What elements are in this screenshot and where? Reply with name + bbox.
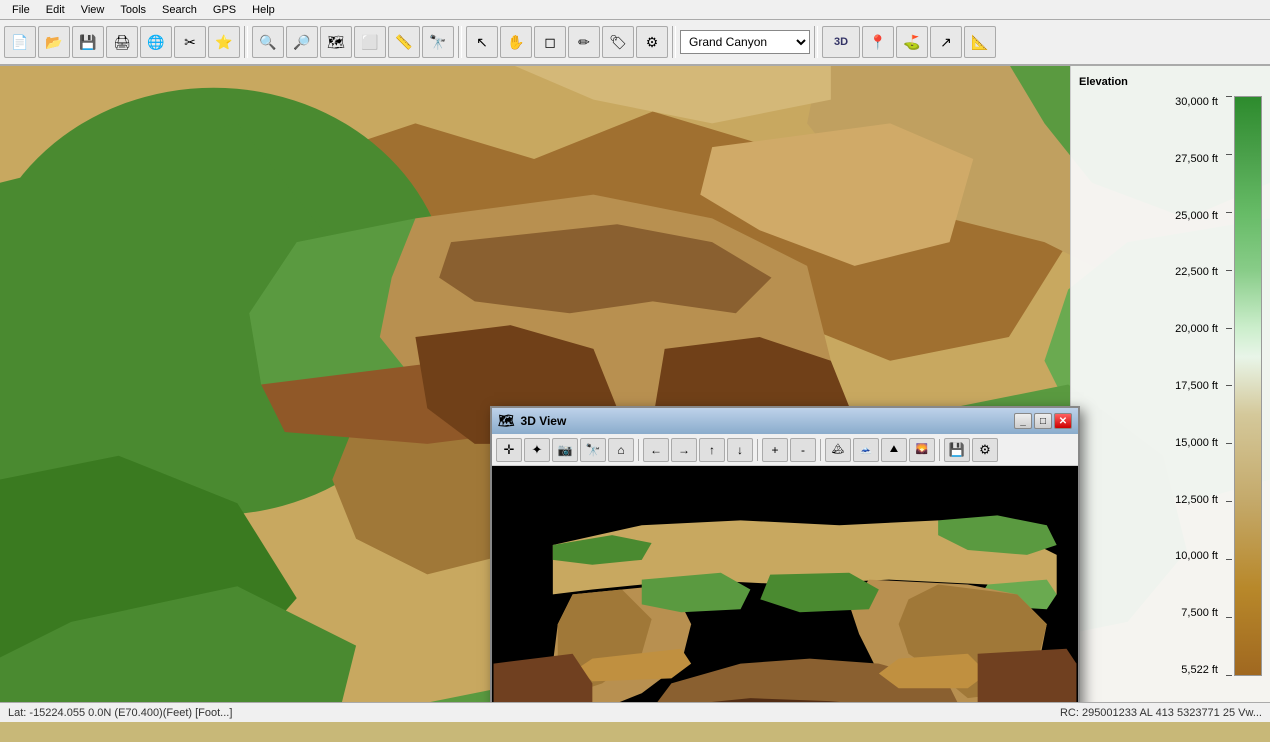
3d-view-button[interactable]: 3D	[822, 26, 860, 58]
main-toolbar: 📄 📂 💾 🖨 🌐 ✂ ⭐ 🔍 🔎 🗺 ⬜ 📏 🔭 ↖ ✋ ◻ ✏ 🏷 ⚙ Gr…	[0, 20, 1270, 66]
minimize-button[interactable]: _	[1014, 413, 1032, 429]
maximize-button[interactable]: □	[1034, 413, 1052, 429]
legend-label-11: 5,522 ft	[1079, 664, 1218, 676]
menu-tools[interactable]: Tools	[112, 2, 154, 18]
3d-view-icon: 🗺	[498, 413, 515, 429]
tick-6	[1226, 385, 1232, 386]
tick-7	[1226, 443, 1232, 444]
3d-view-title: 🗺 3D View	[498, 413, 566, 429]
pointer-button[interactable]: ↖	[466, 26, 498, 58]
status-bar: Lat: -15224.055 0.0N (E70.400)(Feet) [Fo…	[0, 702, 1270, 722]
3d-settings-button[interactable]: ⚙	[972, 438, 998, 462]
tick-9	[1226, 559, 1232, 560]
legend-label-10: 7,500 ft	[1079, 607, 1218, 619]
location-dropdown[interactable]: Grand Canyon Yosemite Yellowstone Rocky …	[680, 30, 810, 54]
open-button[interactable]: 📂	[38, 26, 70, 58]
legend-label-1: 30,000 ft	[1079, 96, 1218, 108]
3d-export-button[interactable]: 💾	[944, 438, 970, 462]
draw-button[interactable]: ✏	[568, 26, 600, 58]
coordinates-display: Lat: -15224.055 0.0N (E70.400)(Feet) [Fo…	[8, 707, 232, 719]
3d-view-titlebar[interactable]: 🗺 3D View _ □ ✕	[492, 408, 1078, 434]
legend-label-7: 15,000 ft	[1079, 437, 1218, 449]
menu-gps[interactable]: GPS	[205, 2, 244, 18]
coordinate-right: RC: 295001233 AL 413 5323771 25 Vw...	[1060, 707, 1262, 719]
3d-separator-3	[820, 439, 821, 461]
3d-pan-button[interactable]: ✛	[496, 438, 522, 462]
separator-4	[814, 26, 818, 58]
3d-separator-1	[638, 439, 639, 461]
3d-zoom-out-button[interactable]: -	[790, 438, 816, 462]
tick-1	[1226, 96, 1232, 97]
gps-track-button[interactable]: 📍	[862, 26, 894, 58]
3d-rotate-button[interactable]: ✦	[524, 438, 550, 462]
legend-label-4: 22,500 ft	[1079, 266, 1218, 278]
legend-title: Elevation	[1079, 76, 1262, 88]
measure-button[interactable]: 📏	[388, 26, 420, 58]
legend-label-2: 27,500 ft	[1079, 153, 1218, 165]
waypoint-button[interactable]: ⛳	[896, 26, 928, 58]
close-button[interactable]: ✕	[1054, 413, 1072, 429]
3d-binoculars-button[interactable]: 🔭	[580, 438, 606, 462]
menu-bar: File Edit View Tools Search GPS Help	[0, 0, 1270, 20]
legend-label-5: 20,000 ft	[1079, 323, 1218, 335]
zoom-out-button[interactable]: 🔎	[286, 26, 318, 58]
3d-arrow-up-button[interactable]: ↑	[699, 438, 725, 462]
binoculars-button[interactable]: 🔭	[422, 26, 454, 58]
legend-label-8: 12,500 ft	[1079, 494, 1218, 506]
menu-file[interactable]: File	[4, 2, 38, 18]
tick-2	[1226, 154, 1232, 155]
3d-texture2-button[interactable]: 🗻	[853, 438, 879, 462]
separator-3	[672, 26, 676, 58]
tick-5	[1226, 328, 1232, 329]
legend-label-6: 17,500 ft	[1079, 380, 1218, 392]
3d-screenshot-button[interactable]: 📷	[552, 438, 578, 462]
3d-separator-4	[939, 439, 940, 461]
3d-zoom-in-button[interactable]: +	[762, 438, 788, 462]
3d-view-toolbar: ✛ ✦ 📷 🔭 ⌂ ← → ↑ ↓ + - 🏔 🗻 ⛰ 🌄 💾 ⚙	[492, 434, 1078, 466]
3d-arrow-left-button[interactable]: ←	[643, 438, 669, 462]
elevation-legend: Elevation 30,000 ft 27,500 ft 25,000 ft …	[1070, 66, 1270, 722]
print-button[interactable]: 🖨	[106, 26, 138, 58]
menu-search[interactable]: Search	[154, 2, 205, 18]
3d-texture1-button[interactable]: 🏔	[825, 438, 851, 462]
zoom-in-button[interactable]: 🔍	[252, 26, 284, 58]
star-button[interactable]: ⭐	[208, 26, 240, 58]
3d-view-canvas[interactable]	[492, 466, 1078, 722]
separator-1	[244, 26, 248, 58]
3d-arrow-right-button[interactable]: →	[671, 438, 697, 462]
globe-button[interactable]: 🌐	[140, 26, 172, 58]
3d-home-button[interactable]: ⌂	[608, 438, 634, 462]
menu-view[interactable]: View	[73, 2, 113, 18]
tick-8	[1226, 501, 1232, 502]
menu-help[interactable]: Help	[244, 2, 283, 18]
new-button[interactable]: 📄	[4, 26, 36, 58]
tick-3	[1226, 212, 1232, 213]
pan-button[interactable]: ✋	[500, 26, 532, 58]
edit-vertices-button[interactable]: ⚙	[636, 26, 668, 58]
scissors-button[interactable]: ✂	[174, 26, 206, 58]
route-button[interactable]: ↗	[930, 26, 962, 58]
3d-texture4-button[interactable]: 🌄	[909, 438, 935, 462]
main-area: Elevation 30,000 ft 27,500 ft 25,000 ft …	[0, 66, 1270, 722]
tick-11	[1226, 675, 1232, 676]
zoom-world-button[interactable]: 🗺	[320, 26, 352, 58]
measure2-button[interactable]: 📐	[964, 26, 996, 58]
3d-view-window: 🗺 3D View _ □ ✕ ✛ ✦ 📷 🔭 ⌂ ← → ↑ ↓ + -	[490, 406, 1080, 722]
select-button[interactable]: ◻	[534, 26, 566, 58]
separator-2	[458, 26, 462, 58]
legend-label-9: 10,000 ft	[1079, 550, 1218, 562]
3d-arrow-down-button[interactable]: ↓	[727, 438, 753, 462]
legend-label-3: 25,000 ft	[1079, 210, 1218, 222]
label-button[interactable]: 🏷	[602, 26, 634, 58]
menu-edit[interactable]: Edit	[38, 2, 73, 18]
zoom-select-button[interactable]: ⬜	[354, 26, 386, 58]
3d-separator-2	[757, 439, 758, 461]
3d-texture3-button[interactable]: ⛰	[881, 438, 907, 462]
tick-10	[1226, 617, 1232, 618]
legend-gradient-bar	[1234, 96, 1262, 676]
3d-view-window-controls: _ □ ✕	[1014, 413, 1072, 429]
tick-4	[1226, 270, 1232, 271]
save-button[interactable]: 💾	[72, 26, 104, 58]
